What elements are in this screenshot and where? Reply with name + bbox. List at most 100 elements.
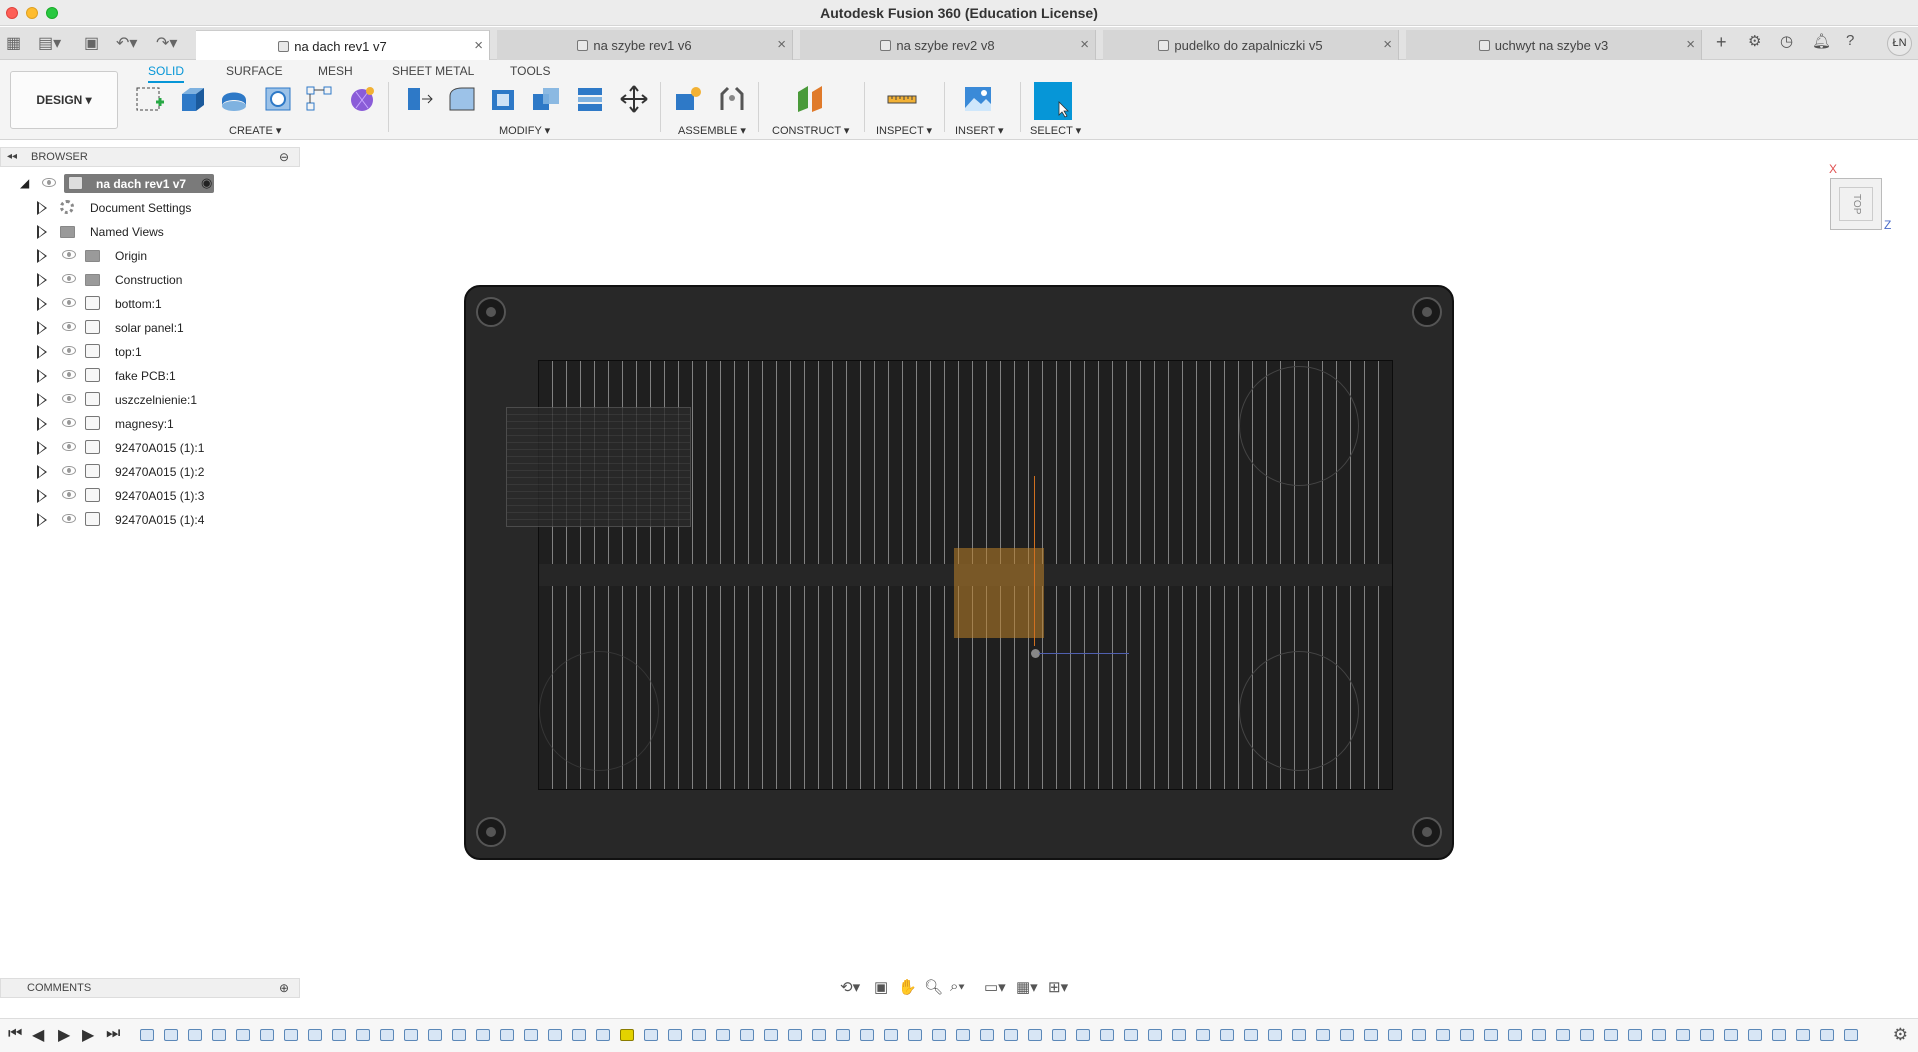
timeline-feature[interactable] (1316, 1029, 1330, 1041)
create-form-icon[interactable] (346, 84, 378, 114)
pattern-icon[interactable] (304, 84, 336, 114)
save-icon[interactable]: ▣ (84, 33, 99, 53)
browser-root-row[interactable]: ◢ na dach rev1 v7 ◉ (0, 173, 300, 195)
browser-item[interactable]: magnesy:1 (0, 413, 300, 435)
tab-solid[interactable]: SOLID (148, 64, 185, 83)
new-tab-icon[interactable]: + (1716, 32, 1727, 53)
timeline-feature[interactable] (956, 1029, 970, 1041)
timeline-feature[interactable] (740, 1029, 754, 1041)
timeline-feature[interactable] (716, 1029, 730, 1041)
timeline-feature[interactable] (1796, 1029, 1810, 1041)
extrude-icon[interactable] (176, 84, 208, 114)
timeline-feature[interactable] (1172, 1029, 1186, 1041)
timeline-feature[interactable] (1124, 1029, 1138, 1041)
comments-panel-header[interactable]: COMMENTS ⊕ (0, 978, 300, 998)
insert-group-label[interactable]: INSERT ▾ (955, 124, 1004, 137)
timeline-feature[interactable] (284, 1029, 298, 1041)
timeline-first-icon[interactable]: ⏮ (8, 1025, 22, 1043)
orbit-icon[interactable]: ⟲▾ (840, 978, 860, 996)
timeline-feature[interactable] (260, 1029, 274, 1041)
tab-sheet-metal[interactable]: SHEET METAL (392, 64, 474, 78)
create-group-label[interactable]: CREATE ▾ (229, 124, 281, 137)
timeline-feature[interactable] (332, 1029, 346, 1041)
timeline-feature[interactable] (1652, 1029, 1666, 1041)
visibility-eye-icon[interactable] (62, 322, 76, 331)
visibility-eye-icon[interactable] (62, 346, 76, 355)
timeline-feature[interactable] (1724, 1029, 1738, 1041)
timeline-feature[interactable] (188, 1029, 202, 1041)
tab-mesh[interactable]: MESH (318, 64, 353, 78)
move-icon[interactable] (618, 84, 650, 114)
timeline-feature[interactable] (1484, 1029, 1498, 1041)
hole-icon[interactable] (262, 84, 294, 114)
tab-na-szybe-rev1-v6[interactable]: na szybe rev1 v6 × (497, 30, 793, 60)
visibility-eye-icon[interactable] (62, 442, 76, 451)
timeline-feature[interactable] (980, 1029, 994, 1041)
joint-icon[interactable] (716, 84, 748, 114)
browser-item[interactable]: Origin (0, 245, 300, 267)
browser-item[interactable]: uszczelnienie:1 (0, 389, 300, 411)
timeline-feature[interactable] (1460, 1029, 1474, 1041)
activate-radio-icon[interactable]: ◉ (201, 175, 212, 191)
timeline-settings-gear-icon[interactable]: ⚙ (1893, 1025, 1908, 1045)
timeline-feature[interactable] (356, 1029, 370, 1041)
combine-icon[interactable] (530, 84, 562, 114)
fillet-icon[interactable] (446, 84, 478, 114)
timeline-feature[interactable] (1532, 1029, 1546, 1041)
timeline-feature[interactable] (164, 1029, 178, 1041)
browser-item[interactable]: bottom:1 (0, 293, 300, 315)
close-tab-icon[interactable]: × (1080, 36, 1089, 53)
modify-group-label[interactable]: MODIFY ▾ (499, 124, 550, 137)
close-tab-icon[interactable]: × (1686, 36, 1695, 53)
timeline-feature[interactable] (1148, 1029, 1162, 1041)
close-tab-icon[interactable]: × (474, 37, 483, 54)
timeline-feature[interactable] (572, 1029, 586, 1041)
file-menu-icon[interactable]: ▤▾ (38, 33, 61, 53)
model-solar-box-top-view[interactable] (464, 285, 1454, 860)
timeline-feature[interactable] (836, 1029, 850, 1041)
shell-icon[interactable] (488, 84, 520, 114)
timeline-feature[interactable] (1820, 1029, 1834, 1041)
timeline-feature[interactable] (1292, 1029, 1306, 1041)
timeline-feature[interactable] (884, 1029, 898, 1041)
timeline-feature[interactable] (1580, 1029, 1594, 1041)
browser-item[interactable]: 92470A015 (1):1 (0, 437, 300, 459)
timeline-feature[interactable] (1004, 1029, 1018, 1041)
browser-item[interactable]: fake PCB:1 (0, 365, 300, 387)
timeline-feature[interactable] (1844, 1029, 1858, 1041)
select-group-label[interactable]: SELECT ▾ (1030, 124, 1081, 137)
measure-icon[interactable] (886, 84, 918, 114)
new-component-icon[interactable] (672, 84, 704, 114)
timeline-feature[interactable] (1268, 1029, 1282, 1041)
timeline-feature[interactable] (668, 1029, 682, 1041)
timeline-feature[interactable] (452, 1029, 466, 1041)
tab-pudelko-do-zapalniczki-v5[interactable]: pudelko do zapalniczki v5 × (1103, 30, 1399, 60)
timeline-feature[interactable] (1364, 1029, 1378, 1041)
browser-item[interactable]: 92470A015 (1):2 (0, 461, 300, 483)
viewcube[interactable]: TOP (1830, 178, 1882, 230)
assemble-group-label[interactable]: ASSEMBLE ▾ (678, 124, 746, 137)
redo-icon[interactable]: ↷▾ (156, 33, 177, 53)
timeline-previous-icon[interactable]: ◀ (32, 1025, 44, 1045)
timeline-feature[interactable] (764, 1029, 778, 1041)
timeline-feature[interactable] (1100, 1029, 1114, 1041)
timeline-feature[interactable] (1196, 1029, 1210, 1041)
timeline-feature[interactable] (1748, 1029, 1762, 1041)
timeline-feature[interactable] (1772, 1029, 1786, 1041)
insert-canvas-icon[interactable] (962, 84, 994, 114)
timeline-feature[interactable] (1244, 1029, 1258, 1041)
apps-grid-icon[interactable]: ▦ (6, 33, 21, 53)
timeline-feature[interactable] (428, 1029, 442, 1041)
construct-group-label[interactable]: CONSTRUCT ▾ (772, 124, 849, 137)
visibility-eye-icon[interactable] (62, 466, 76, 475)
inspect-group-label[interactable]: INSPECT ▾ (876, 124, 932, 137)
viewcube-top-face[interactable]: TOP (1839, 187, 1873, 221)
timeline-last-icon[interactable]: ⏭ (106, 1025, 120, 1043)
timeline-feature[interactable] (1052, 1029, 1066, 1041)
timeline-feature[interactable] (1676, 1029, 1690, 1041)
timeline-feature[interactable] (1556, 1029, 1570, 1041)
browser-item[interactable]: Document Settings (0, 197, 300, 219)
timeline-feature[interactable] (692, 1029, 706, 1041)
user-avatar[interactable]: ŁN (1887, 31, 1912, 56)
timeline-feature[interactable] (788, 1029, 802, 1041)
